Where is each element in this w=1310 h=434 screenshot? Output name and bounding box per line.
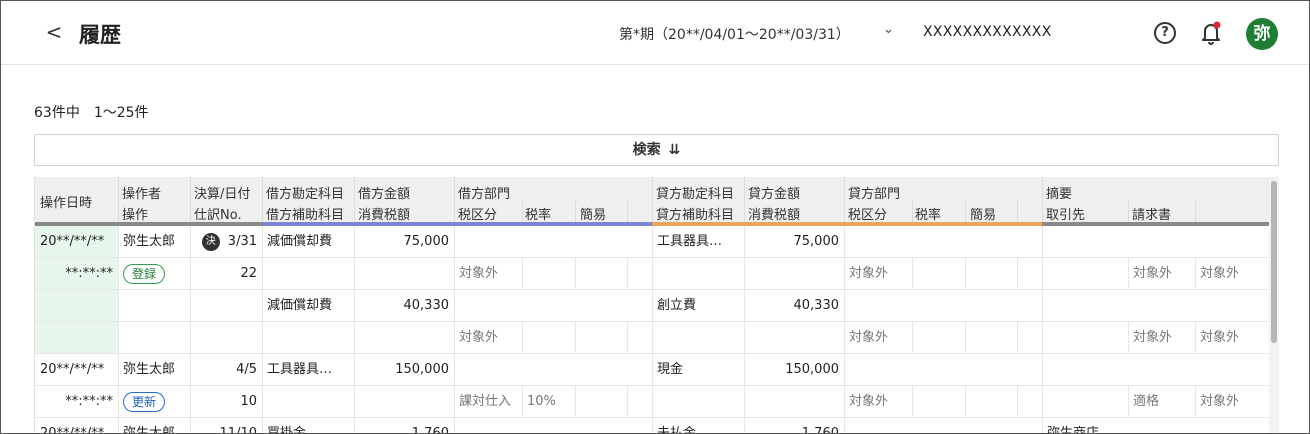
debit-amount: 150,000 bbox=[395, 362, 449, 377]
debit-account: 減価償却費 bbox=[267, 234, 333, 249]
result-count: 63件中 1〜25件 bbox=[34, 105, 149, 121]
period-selector[interactable]: 第*期（20**/04/01〜20**/03/31） bbox=[619, 24, 850, 44]
op-date: 20**/**/** bbox=[40, 426, 105, 434]
debit-account: 買掛金 bbox=[267, 426, 307, 434]
col-op-datetime: 操作日時 bbox=[40, 196, 93, 211]
col-operator: 操作者 bbox=[122, 187, 162, 202]
entry-date: 11/10 bbox=[219, 426, 257, 434]
credit-tax-class: 対象外 bbox=[849, 266, 889, 281]
operator-name: 弥生太郎 bbox=[123, 426, 176, 434]
col-credit-dept: 貸方部門 bbox=[848, 187, 901, 202]
search-toggle-button[interactable]: 検索 ⇊ bbox=[34, 134, 1279, 166]
top-bar: < 履歴 第*期（20**/04/01〜20**/03/31） ⌄ XXXXXX… bbox=[1, 1, 1309, 65]
entry-no: 10 bbox=[240, 394, 257, 409]
credit-account: 未払金 bbox=[657, 426, 697, 434]
col-credit-tax-rate: 税率 bbox=[915, 208, 942, 223]
credit-amount: 1,760 bbox=[801, 426, 839, 434]
credit-account: 創立費 bbox=[657, 298, 697, 313]
op-time: **:**:** bbox=[65, 394, 113, 409]
kessan-badge: 決 bbox=[201, 232, 220, 251]
credit-account: 現金 bbox=[657, 362, 684, 377]
col-credit-tax: 消費税額 bbox=[748, 208, 801, 223]
debit-tax-class: 対象外 bbox=[459, 330, 499, 345]
col-partner: 取引先 bbox=[1046, 208, 1086, 223]
col-debit-amount: 借方金額 bbox=[358, 187, 411, 202]
col-credit-sub: 貸方補助科目 bbox=[656, 208, 735, 223]
debit-tax-class: 対象外 bbox=[459, 266, 499, 281]
double-chevron-down-icon: ⇊ bbox=[668, 142, 681, 158]
invoice-debit: 対象外 bbox=[1133, 330, 1173, 345]
entry-date: 決 3/31 bbox=[190, 226, 262, 258]
op-date: 20**/**/** bbox=[40, 362, 105, 377]
debit-tax-class: 課対仕入 bbox=[459, 394, 512, 409]
col-credit-account: 貸方勘定科目 bbox=[656, 187, 735, 202]
col-debit-sub: 借方補助科目 bbox=[266, 208, 345, 223]
col-credit-simple: 簡易 bbox=[970, 208, 997, 223]
invoice-credit: 対象外 bbox=[1200, 394, 1240, 409]
table-header: 操作日時 操作者 操作 決算/日付 仕訳No. 借方勘定科目 借方補助科目 借方… bbox=[35, 177, 1269, 226]
search-label: 検索 bbox=[632, 142, 661, 158]
col-simple: 簡易 bbox=[580, 208, 607, 223]
avatar[interactable]: 弥 bbox=[1246, 18, 1278, 50]
credit-tax-class: 対象外 bbox=[849, 394, 889, 409]
operation-status: 登録 bbox=[118, 258, 170, 290]
col-credit-amount: 貸方金額 bbox=[748, 187, 801, 202]
col-kessan-date: 決算/日付 bbox=[194, 187, 251, 202]
invoice-debit: 適格 bbox=[1133, 394, 1160, 409]
credit-amount: 75,000 bbox=[793, 234, 840, 249]
credit-account: 工具器具… bbox=[657, 234, 723, 249]
invoice-debit: 対象外 bbox=[1133, 266, 1173, 281]
history-table: 操作日時 操作者 操作 決算/日付 仕訳No. 借方勘定科目 借方補助科目 借方… bbox=[34, 177, 1269, 434]
credit-amount: 40,330 bbox=[793, 298, 840, 313]
op-time: **:**:** bbox=[65, 266, 113, 281]
col-operation: 操作 bbox=[122, 208, 149, 223]
debit-amount: 1,760 bbox=[411, 426, 449, 434]
entry-no: 22 bbox=[240, 266, 257, 281]
col-memo: 摘要 bbox=[1046, 187, 1073, 202]
credit-tax-class: 対象外 bbox=[849, 330, 889, 345]
col-entry-no: 仕訳No. bbox=[194, 208, 242, 223]
debit-amount: 75,000 bbox=[403, 234, 450, 249]
col-invoice: 請求書 bbox=[1132, 208, 1172, 223]
invoice-credit: 対象外 bbox=[1200, 266, 1240, 281]
debit-account: 減価償却費 bbox=[267, 298, 333, 313]
col-tax-class: 税区分 bbox=[458, 208, 498, 223]
col-credit-tax-class: 税区分 bbox=[848, 208, 888, 223]
help-icon[interactable]: ? bbox=[1154, 22, 1176, 44]
memo: 弥生商店 bbox=[1047, 426, 1100, 434]
operator-name: 弥生太郎 bbox=[123, 362, 176, 377]
chevron-down-icon[interactable]: ⌄ bbox=[883, 22, 894, 37]
col-tax-rate: 税率 bbox=[525, 208, 552, 223]
col-debit-tax: 消費税額 bbox=[358, 208, 411, 223]
debit-account: 工具器具… bbox=[267, 362, 333, 377]
notification-bell-icon[interactable] bbox=[1199, 20, 1223, 46]
col-debit-account: 借方勘定科目 bbox=[266, 187, 345, 202]
registered-badge: 登録 bbox=[123, 263, 166, 284]
operator-name: 弥生太郎 bbox=[123, 234, 176, 249]
page-title: 履歴 bbox=[79, 23, 121, 47]
credit-amount: 150,000 bbox=[785, 362, 839, 377]
back-chevron-icon[interactable]: < bbox=[43, 21, 65, 45]
operation-status: 更新 bbox=[118, 386, 170, 418]
company-name[interactable]: XXXXXXXXXXXXX bbox=[923, 24, 1052, 40]
debit-tax-rate: 10% bbox=[527, 394, 556, 409]
scrollbar-thumb[interactable] bbox=[1271, 181, 1277, 343]
debit-amount: 40,330 bbox=[403, 298, 450, 313]
op-date: 20**/**/** bbox=[40, 234, 105, 249]
entry-date: 4/5 bbox=[236, 362, 257, 377]
updated-badge: 更新 bbox=[123, 391, 166, 412]
invoice-credit: 対象外 bbox=[1200, 330, 1240, 345]
history-screen: < 履歴 第*期（20**/04/01〜20**/03/31） ⌄ XXXXXX… bbox=[0, 0, 1310, 434]
col-debit-dept: 借方部門 bbox=[458, 187, 511, 202]
